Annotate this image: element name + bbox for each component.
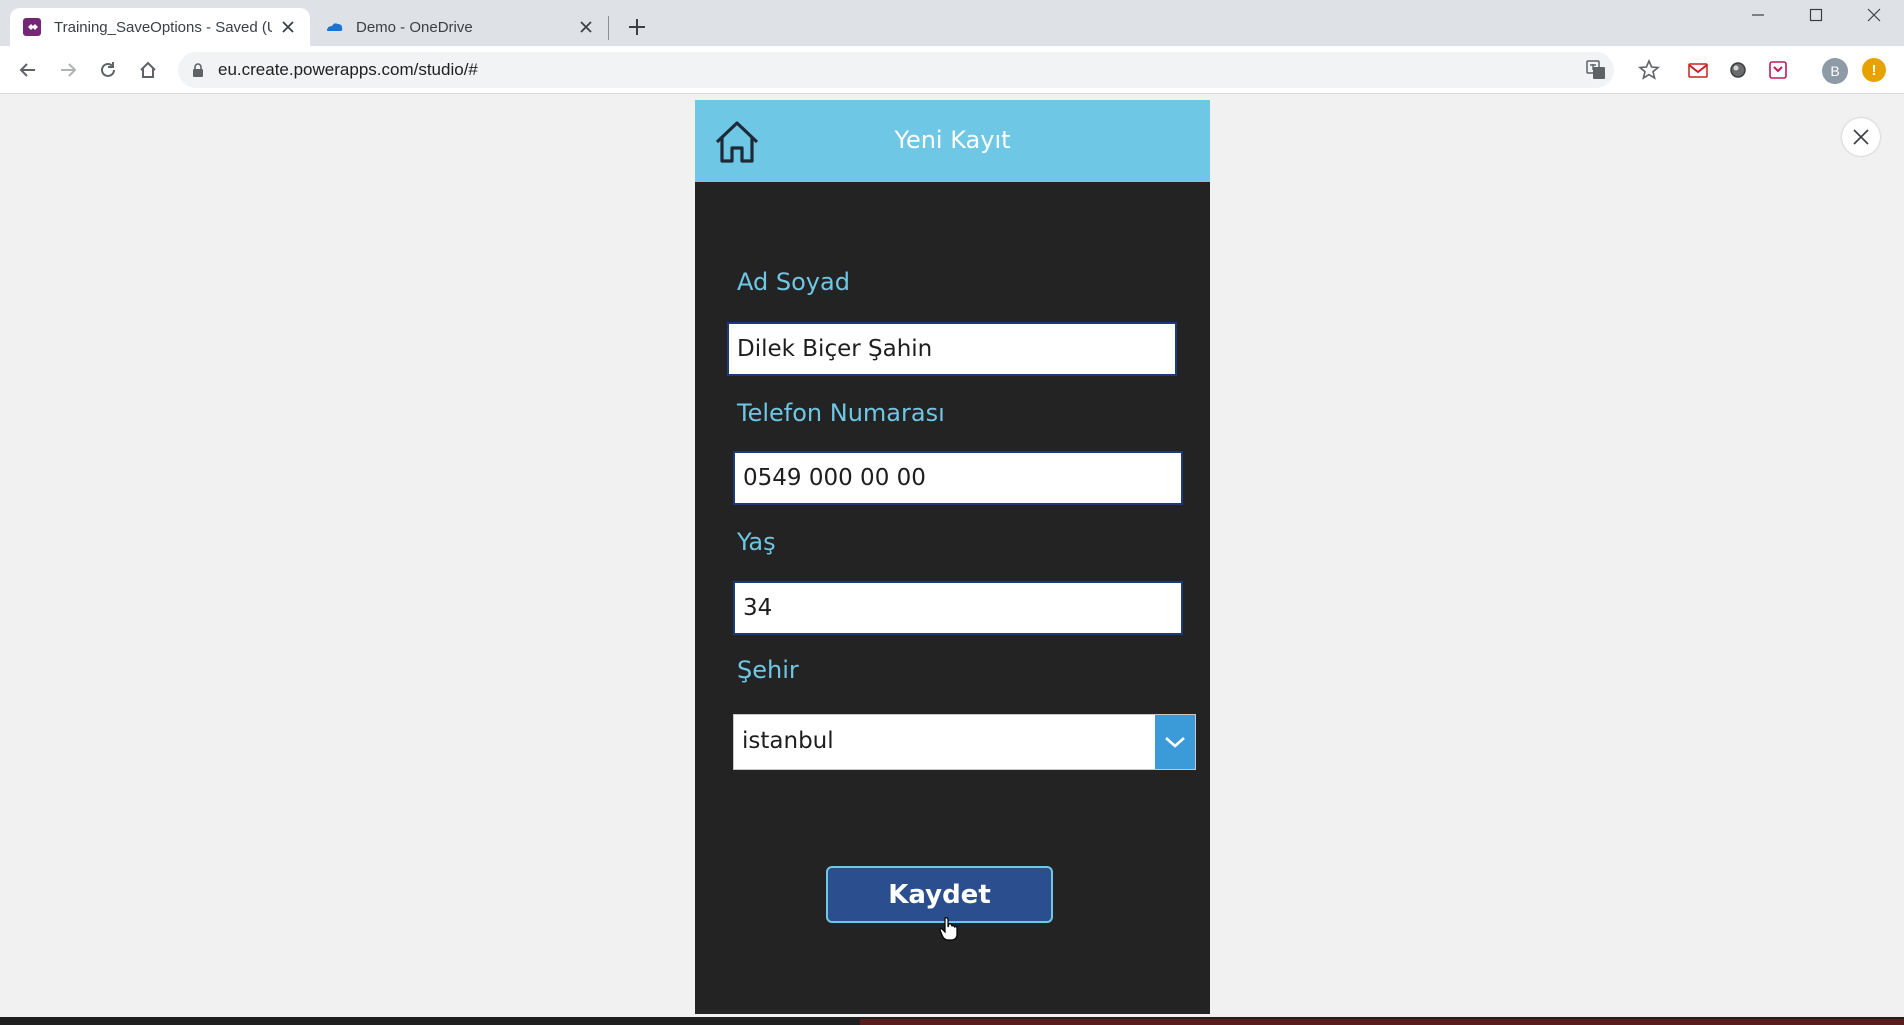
age-label: Yaş (737, 528, 776, 556)
onedrive-icon (327, 23, 343, 31)
back-button[interactable] (14, 56, 42, 84)
window-close-button[interactable] (1846, 0, 1902, 30)
save-extension-icon[interactable] (1766, 58, 1790, 82)
arrow-right-icon (61, 63, 77, 77)
browser-tab-strip: Training_SaveOptions - Saved (U Demo - O… (0, 0, 1904, 46)
tab-title: Demo - OneDrive (356, 18, 473, 36)
name-label: Ad Soyad (737, 268, 850, 296)
taskbar-strip (0, 1017, 1904, 1025)
tab-close-icon[interactable] (576, 17, 596, 37)
tab-separator (608, 16, 609, 40)
city-dropdown-value: istanbul (742, 728, 834, 754)
city-label: Şehir (737, 656, 799, 684)
bookmark-star-icon[interactable] (1637, 58, 1661, 82)
save-button[interactable]: Kaydet (826, 866, 1053, 923)
tab-demo-onedrive[interactable]: Demo - OneDrive (312, 8, 608, 46)
minimize-icon (1752, 14, 1764, 16)
hand-cursor-icon (939, 917, 958, 941)
gmail-extension-icon[interactable] (1686, 58, 1710, 82)
reload-icon (101, 62, 115, 77)
browser-toolbar: eu.create.powerapps.com/studio/# B ! (0, 46, 1904, 94)
close-icon (1867, 8, 1881, 22)
app-screen: Yeni Kayıt Ad Soyad Telefon Numarası Yaş… (695, 100, 1210, 1014)
home-button[interactable] (134, 56, 162, 84)
update-badge-icon[interactable]: ! (1862, 58, 1886, 82)
age-input[interactable] (733, 581, 1183, 635)
chevron-down-icon (1165, 737, 1185, 748)
tab-training-saveoptions[interactable]: Training_SaveOptions - Saved (U (10, 8, 310, 46)
name-input[interactable] (727, 322, 1177, 376)
phone-input[interactable] (733, 451, 1183, 505)
arrow-left-icon (19, 63, 35, 77)
lock-icon (193, 63, 203, 77)
new-tab-icon[interactable] (624, 14, 650, 40)
page-title: Yeni Kayıt (894, 126, 1011, 154)
address-bar[interactable]: eu.create.powerapps.com/studio/# (178, 52, 1614, 88)
app-header: Yeni Kayıt (695, 100, 1210, 182)
phone-label: Telefon Numarası (737, 399, 945, 427)
maximize-button[interactable] (1788, 0, 1844, 30)
reload-button[interactable] (94, 56, 122, 84)
taskbar-accent (860, 1019, 1904, 1025)
tab-close-icon[interactable] (278, 17, 298, 37)
translate-icon[interactable] (1584, 58, 1608, 82)
forward-button[interactable] (54, 56, 82, 84)
profile-avatar[interactable]: B (1822, 58, 1848, 84)
tab-title: Training_SaveOptions - Saved (U (54, 18, 272, 36)
home-icon (140, 61, 156, 78)
close-icon (1853, 129, 1869, 145)
powerapps-icon (23, 18, 41, 36)
dropdown-toggle[interactable] (1155, 715, 1195, 769)
maximize-icon (1809, 8, 1823, 22)
minimize-button[interactable] (1730, 0, 1786, 30)
preview-close-button[interactable] (1842, 118, 1880, 156)
url-text: eu.create.powerapps.com/studio/# (218, 60, 478, 79)
circle-extension-icon[interactable] (1726, 58, 1750, 82)
city-dropdown[interactable]: istanbul (733, 714, 1196, 770)
